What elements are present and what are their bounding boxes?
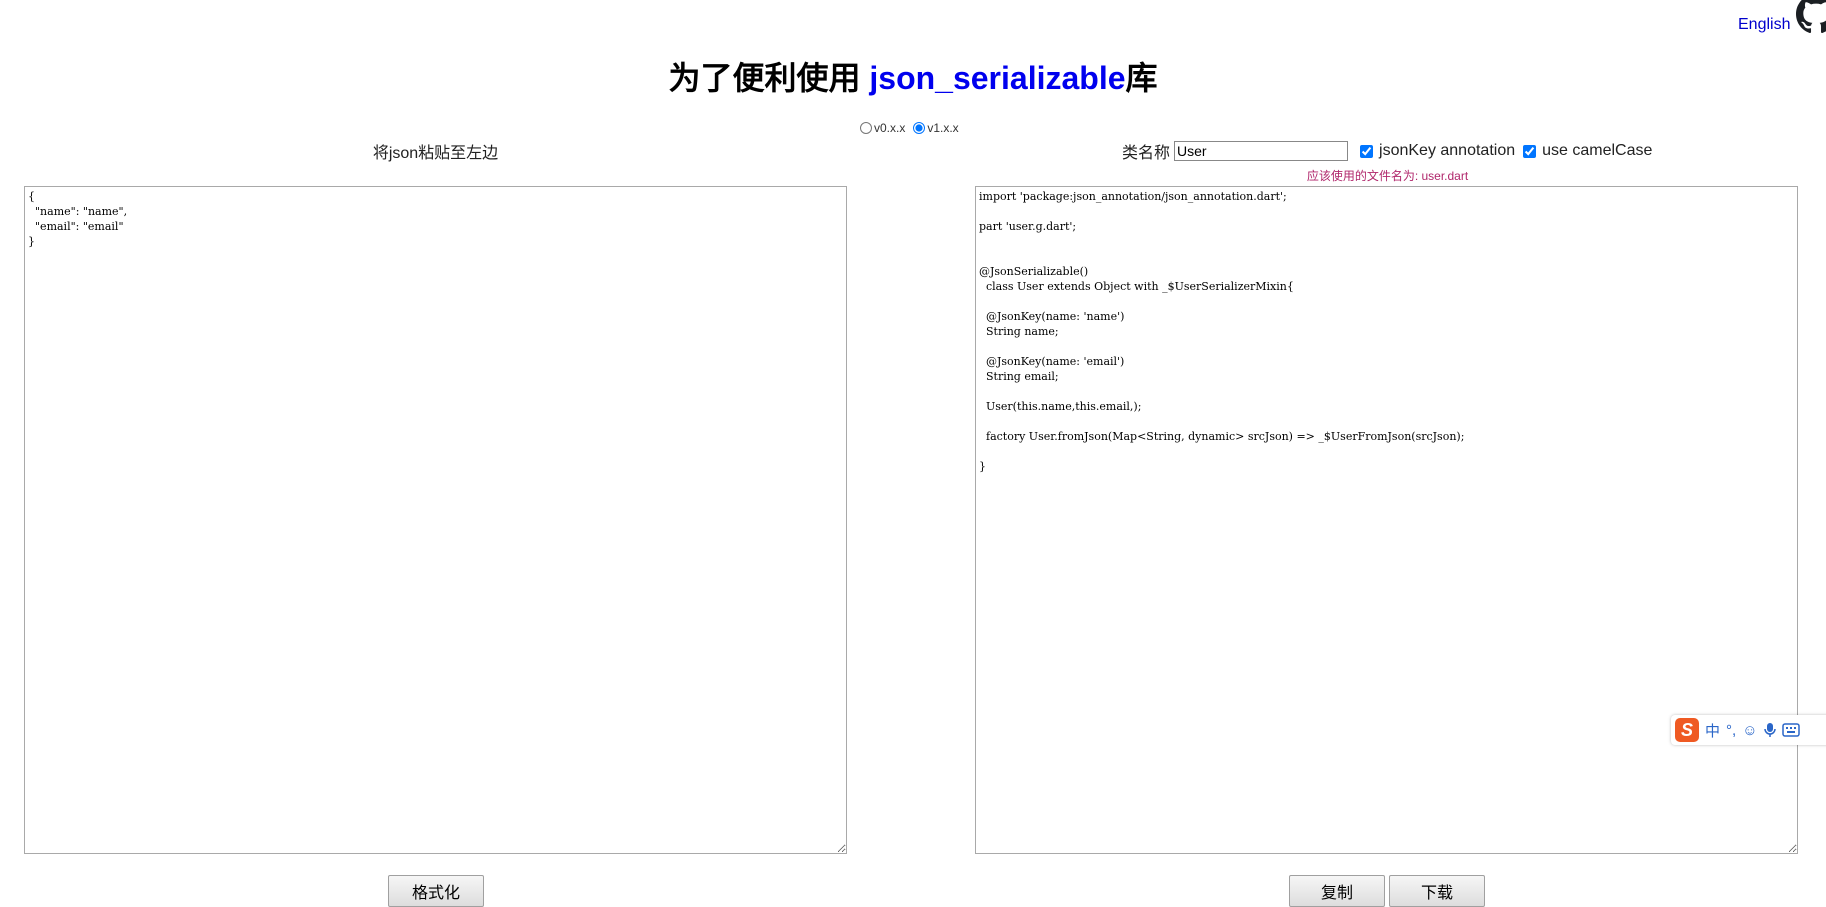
version-label-v0: v0.x.x bbox=[874, 121, 906, 135]
version-radio-v1[interactable] bbox=[913, 122, 926, 134]
ime-logo-icon[interactable]: S bbox=[1675, 718, 1699, 742]
class-name-input[interactable] bbox=[1174, 141, 1349, 161]
dart-code-output-textarea[interactable]: import 'package:json_annotation/json_ann… bbox=[975, 186, 1798, 854]
json-input-textarea[interactable]: { "name": "name", "email": "email" } bbox=[24, 186, 847, 854]
json-key-checkbox[interactable] bbox=[1360, 144, 1374, 158]
json-key-option[interactable]: jsonKey annotation bbox=[1356, 142, 1515, 160]
title-suffix: 库 bbox=[1125, 60, 1158, 96]
download-button[interactable]: 下载 bbox=[1389, 875, 1485, 907]
title-prefix: 为了便利使用 bbox=[668, 60, 870, 96]
json-key-label: jsonKey annotation bbox=[1379, 142, 1516, 159]
mic-icon[interactable] bbox=[1763, 722, 1776, 738]
camel-case-checkbox[interactable] bbox=[1523, 144, 1537, 158]
camel-case-option[interactable]: use camelCase bbox=[1519, 142, 1652, 160]
version-option-v1[interactable]: v1.x.x bbox=[913, 121, 959, 135]
version-radio-group: v0.x.x v1.x.x bbox=[860, 121, 965, 135]
ime-chinese-mode[interactable]: 中 bbox=[1705, 720, 1720, 741]
options-row: 类名称 jsonKey annotation use camelCase bbox=[1122, 139, 1656, 163]
page-title: 为了便利使用 json_serializable库 bbox=[0, 58, 1826, 98]
ime-emoji-icon[interactable]: ☺ bbox=[1742, 722, 1757, 739]
camel-case-label: use camelCase bbox=[1542, 142, 1653, 159]
title-library-name: json_serializable bbox=[869, 60, 1126, 96]
version-label-v1: v1.x.x bbox=[927, 121, 959, 135]
class-name-label: 类名称 bbox=[1122, 145, 1171, 162]
version-option-v0[interactable]: v0.x.x bbox=[860, 121, 905, 135]
copy-button[interactable]: 复制 bbox=[1289, 875, 1385, 907]
page: English 为了便利使用 json_serializable库 v0.x.x… bbox=[0, 0, 1826, 907]
ime-punctuation-mode[interactable]: °, bbox=[1726, 722, 1736, 739]
version-radio-v0[interactable] bbox=[860, 122, 872, 134]
keyboard-icon[interactable] bbox=[1781, 723, 1800, 737]
ime-toolbar[interactable]: S 中 °, ☺ bbox=[1671, 715, 1826, 745]
github-icon[interactable] bbox=[1796, 0, 1826, 34]
format-button[interactable]: 格式化 bbox=[388, 875, 484, 907]
filename-hint: 应该使用的文件名为: user.dart bbox=[1306, 169, 1469, 183]
language-switch-link[interactable]: English bbox=[1738, 16, 1790, 34]
json-input-heading: 将json粘贴至左边 bbox=[372, 145, 499, 162]
